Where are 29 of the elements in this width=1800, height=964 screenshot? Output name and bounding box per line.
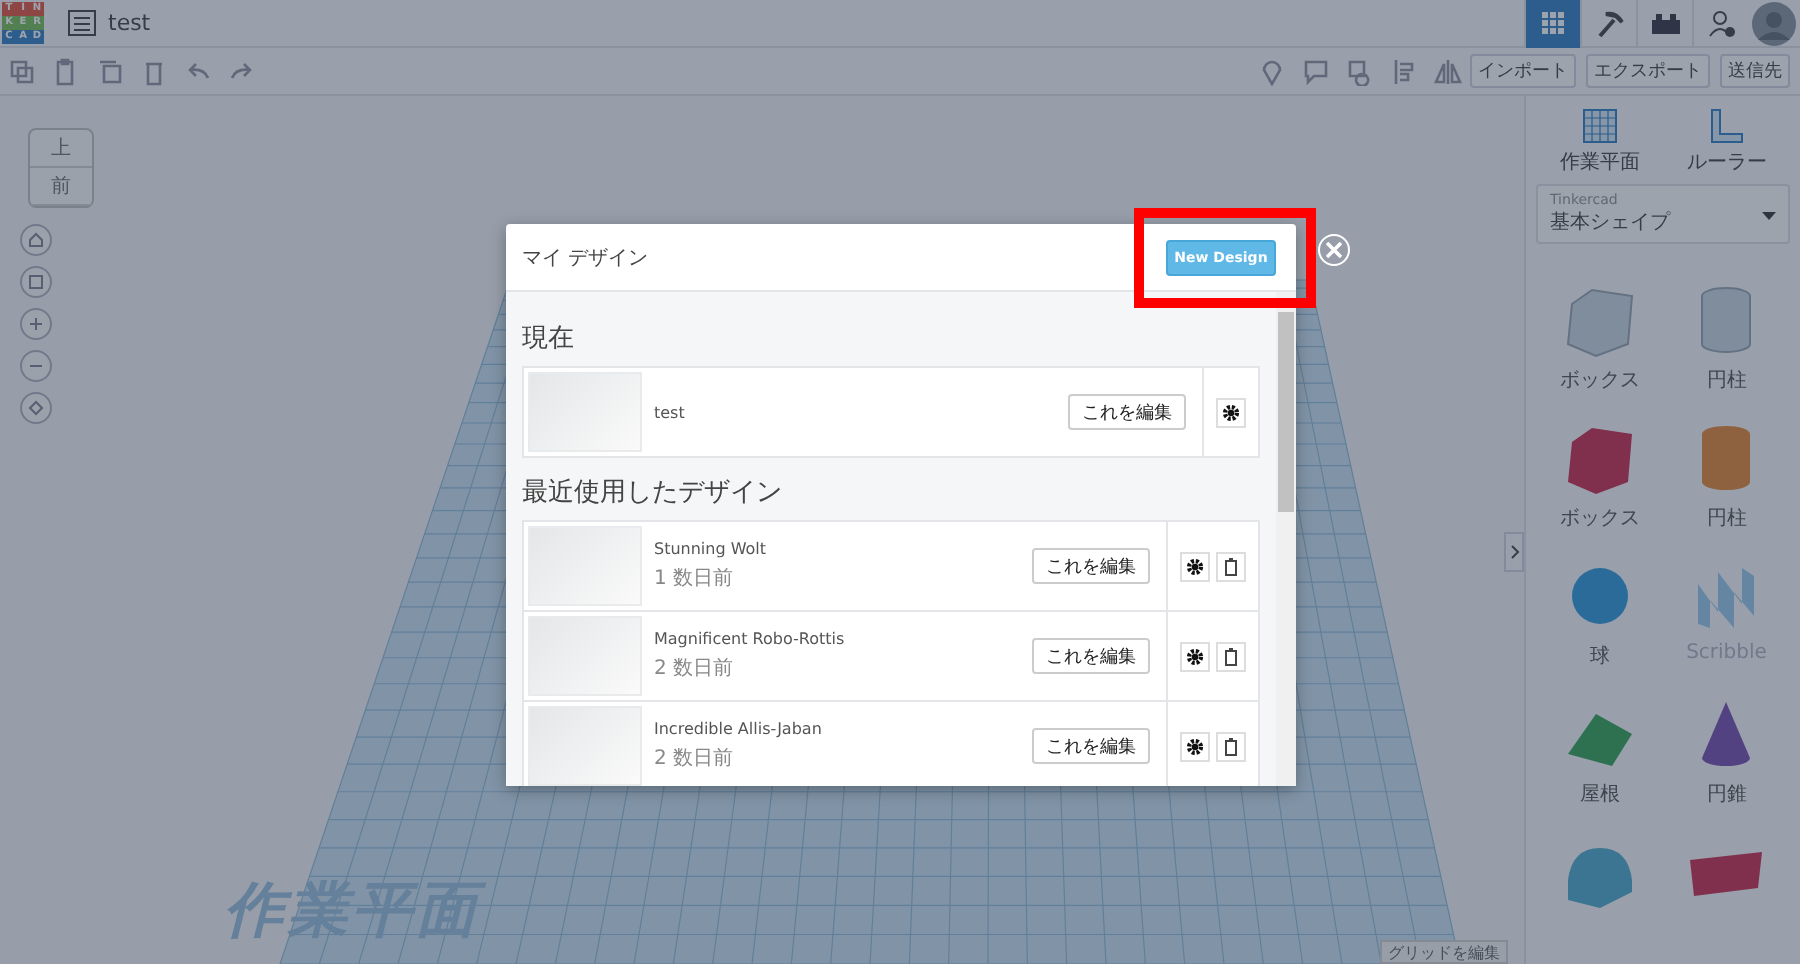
edit-button[interactable]: これを編集	[1032, 548, 1150, 584]
design-title: test	[108, 10, 151, 36]
shape-label: 屋根	[1579, 781, 1620, 808]
edit-button[interactable]: これを編集	[1032, 638, 1150, 674]
panel-tool-button[interactable]: ルーラー	[1686, 108, 1767, 176]
design-time: 1 数日前	[654, 566, 736, 592]
shape-label: 球	[1589, 643, 1610, 670]
design-time: 2 数日前	[654, 746, 736, 772]
shape-label: ボックス	[1559, 368, 1640, 394]
edit-grid-button[interactable]: グリッドを編集	[1380, 940, 1508, 964]
panel-tool-button[interactable]: 作業平面	[1559, 108, 1640, 176]
shape-label: 円柱	[1706, 367, 1747, 394]
dialog-title: マイ デザイン	[522, 245, 649, 271]
design-name: Incredible Allis-Jaban	[654, 720, 824, 738]
edit-button[interactable]: これを編集	[1068, 394, 1186, 430]
section-heading: 現在	[522, 322, 576, 356]
toolbar-button[interactable]: エクスポート	[1586, 54, 1710, 88]
design-name: test	[654, 403, 687, 421]
design-name: Stunning Wolt	[654, 540, 769, 558]
edit-button[interactable]: これを編集	[1032, 728, 1150, 764]
toolbar-button[interactable]: 送信先	[1720, 54, 1790, 88]
view-cube[interactable]: 上 前	[28, 128, 94, 208]
toolbar-button[interactable]: インポート	[1470, 54, 1576, 88]
shape-label: 円柱	[1706, 505, 1747, 532]
shape-label: 円錐	[1706, 782, 1747, 808]
design-name: Magnificent Robo-Rottis	[654, 630, 847, 648]
shape-label: ボックス	[1559, 506, 1640, 532]
section-heading: 最近使用したデザイン	[522, 476, 784, 510]
design-time: 2 数日前	[654, 656, 736, 682]
